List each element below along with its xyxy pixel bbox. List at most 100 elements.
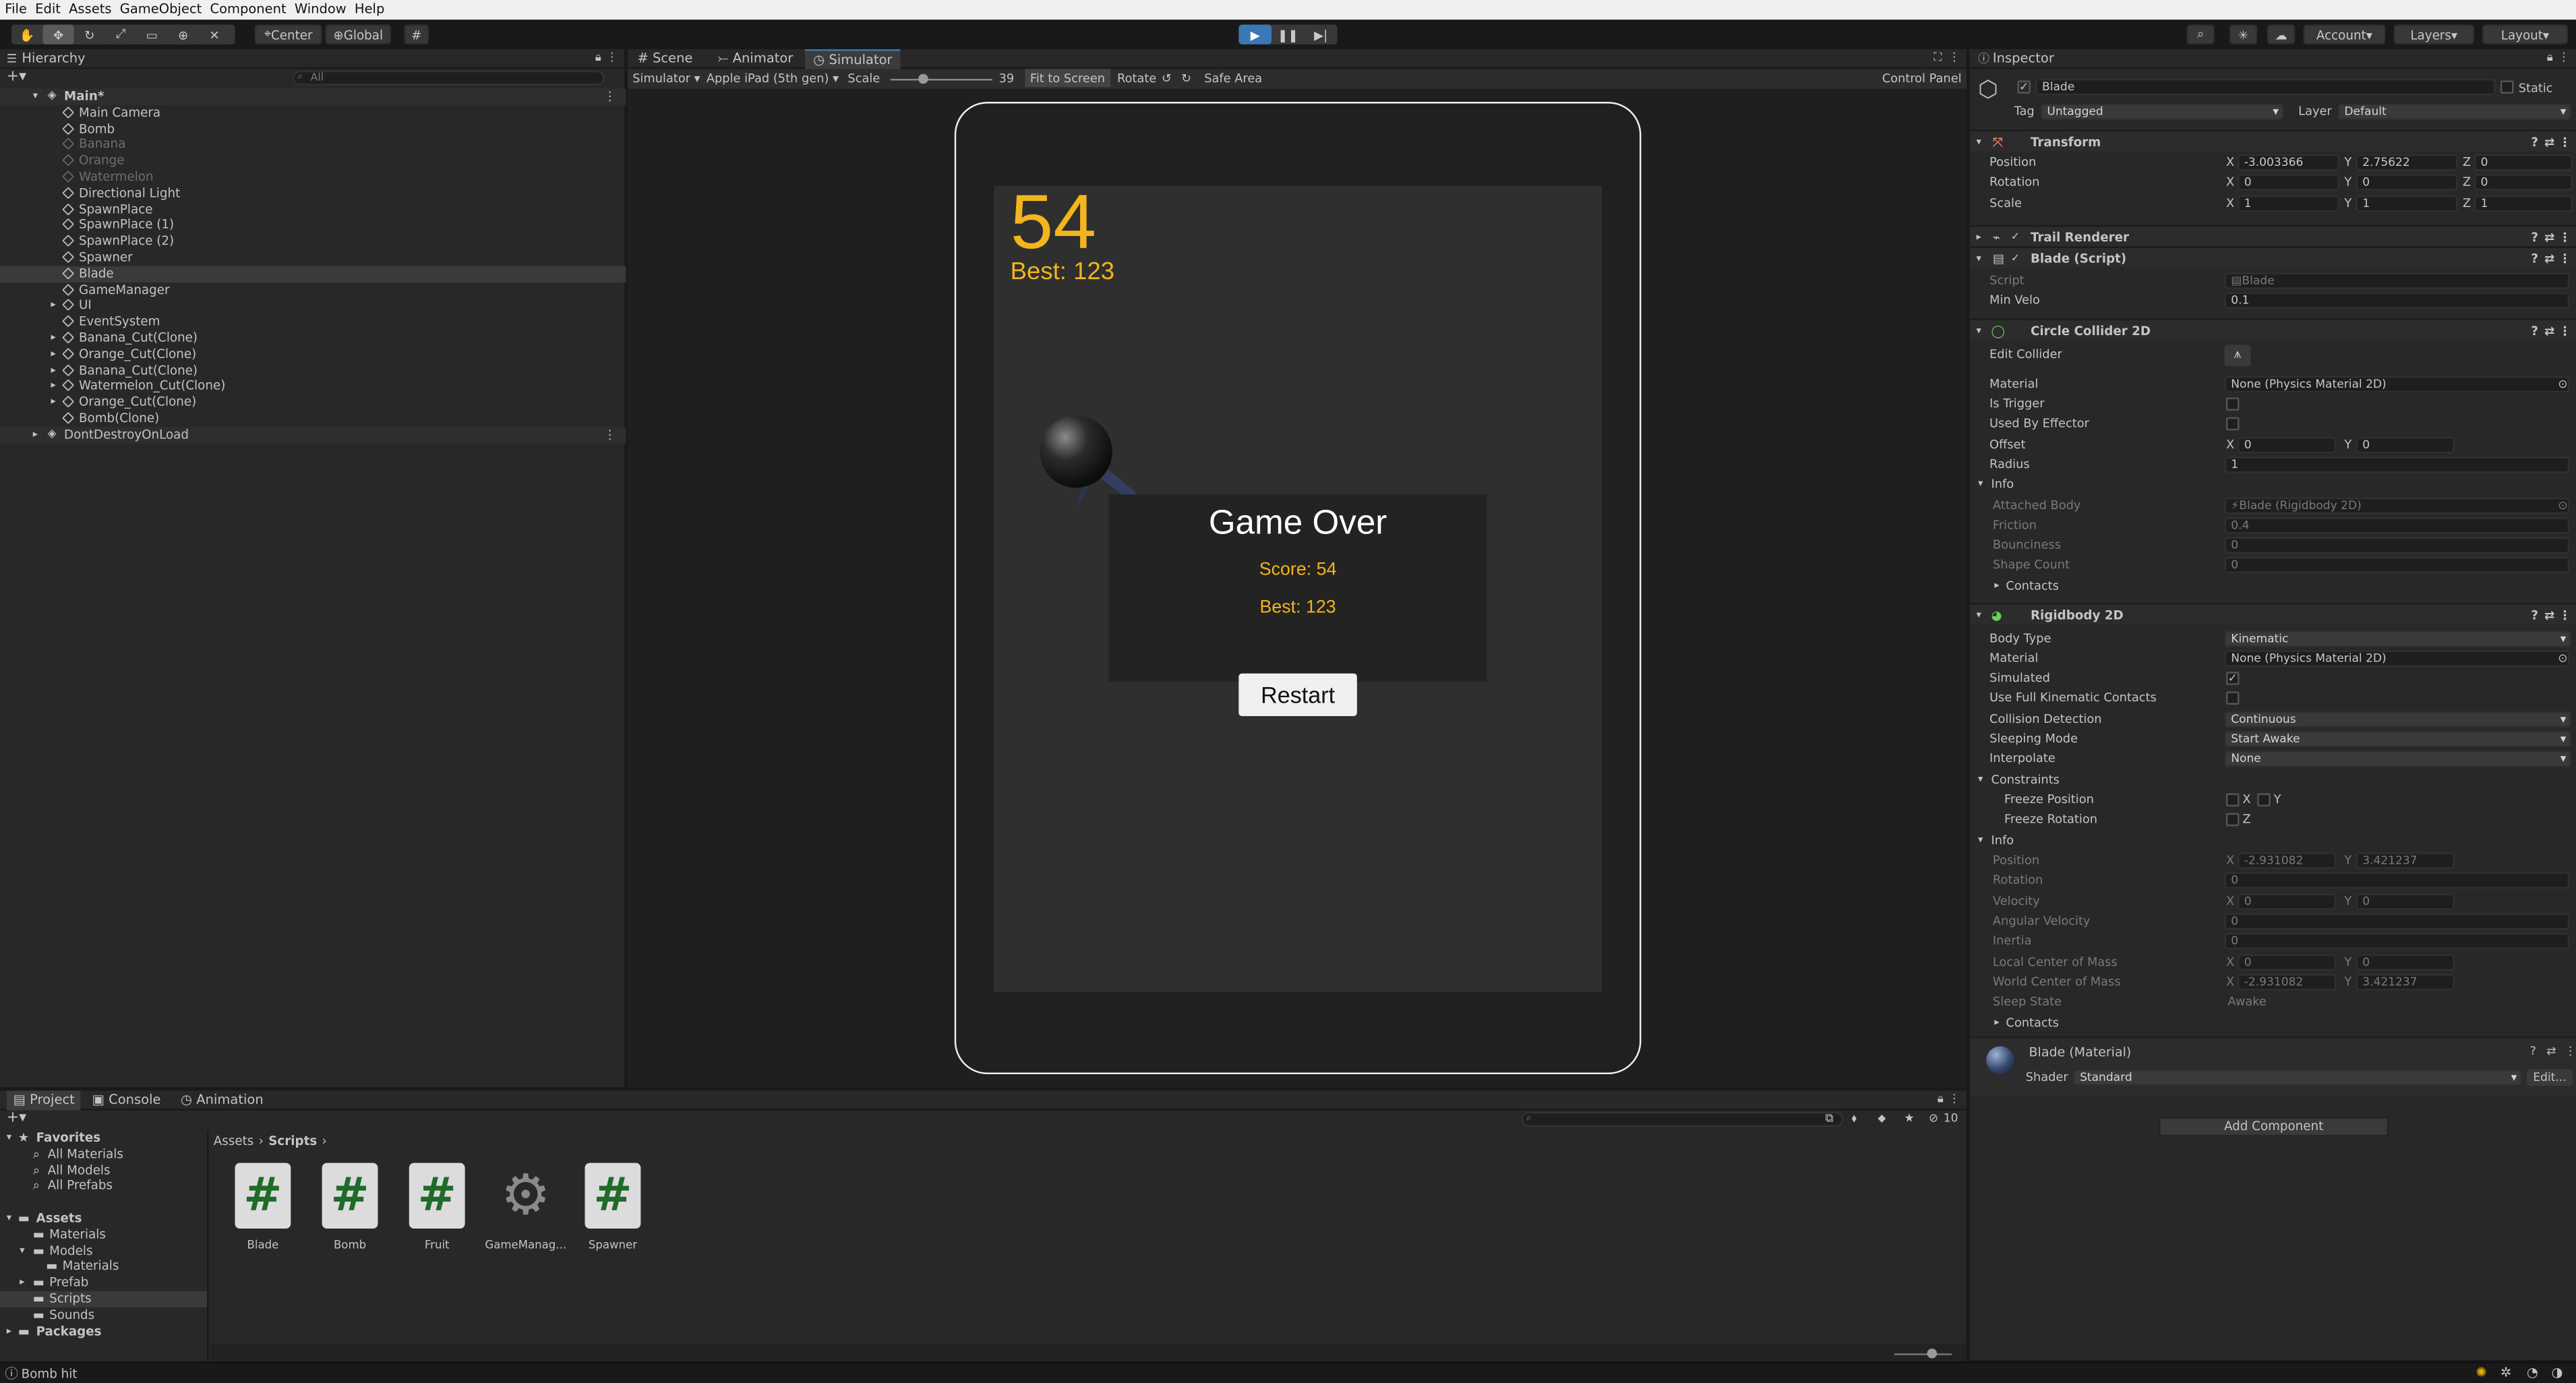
edit-collider-icon[interactable]: ⩚ — [2224, 345, 2251, 367]
rb-material-field[interactable]: None (Physics Material 2D) — [2224, 650, 2570, 667]
body-type-dropdown[interactable]: Kinematic — [2224, 630, 2571, 647]
lighting-status-icon[interactable]: ✺ — [2476, 1365, 2486, 1380]
add-icon[interactable]: +▾ — [7, 69, 26, 87]
layer-dropdown[interactable]: Default — [2337, 103, 2571, 120]
hierarchy-item[interactable]: Watermelon — [0, 169, 626, 185]
radius-field[interactable]: 1 — [2224, 457, 2570, 473]
menu-file[interactable]: File — [5, 0, 27, 20]
folder-models-materials[interactable]: ▬ Materials — [0, 1259, 207, 1275]
collapse-arrow-icon[interactable]: ▸ — [51, 362, 56, 378]
transform-tool-icon[interactable]: ⊕ — [167, 24, 199, 45]
menu-window[interactable]: Window — [295, 0, 347, 20]
collider-info-row[interactable]: ▾ Info — [1970, 475, 2576, 494]
hierarchy-item[interactable]: GameManager — [0, 282, 626, 298]
project-search-input[interactable] — [1521, 1112, 1844, 1127]
safe-area-toggle[interactable]: Safe Area — [1204, 69, 1262, 88]
rect-tool-icon[interactable]: ▭ — [136, 24, 168, 45]
maximize-icon[interactable]: ⛶ — [1934, 51, 1942, 66]
interpolate-dropdown[interactable]: None — [2224, 751, 2571, 767]
lock-icon[interactable]: 🔒︎ — [1938, 1092, 1944, 1107]
tab-animator[interactable]: ⤚ Animator — [718, 49, 793, 69]
rigidbody2d-header[interactable]: ▾ ◕ Rigidbody 2D ? ⇄ ⋮ — [1969, 602, 2576, 626]
step-button[interactable]: ▶| — [1304, 24, 1338, 45]
collapse-arrow-icon[interactable]: ▸ — [1994, 1013, 1999, 1033]
is-trigger-checkbox[interactable] — [2225, 397, 2240, 411]
collision-detection-dropdown[interactable]: Continuous — [2224, 711, 2571, 728]
tag-icon[interactable]: ⬥ — [1878, 1112, 1886, 1127]
expand-arrow-icon[interactable]: ▾ — [1978, 770, 1983, 790]
sleeping-mode-dropdown[interactable]: Start Awake — [2224, 730, 2571, 748]
collapse-arrow-icon[interactable]: ▸ — [51, 330, 56, 346]
hidden-packages-icon[interactable]: ⊘ — [1929, 1112, 1938, 1125]
favorites-row[interactable]: ▾ ★ Favorites — [0, 1130, 207, 1146]
help-icon[interactable]: ? — [2531, 320, 2538, 342]
hierarchy-search-input[interactable]: All — [292, 70, 605, 86]
component-menu-icon[interactable]: ⋮ — [2558, 604, 2571, 626]
rotation-z-field[interactable]: 0 — [2474, 174, 2573, 191]
freeze-pos-y-checkbox[interactable] — [2257, 793, 2271, 807]
blade-script-header[interactable]: ▾ ▤ ✓ Blade (Script) ? ⇄ ⋮ — [1969, 246, 2576, 270]
enabled-check-icon[interactable]: ✓ — [2011, 231, 2020, 243]
asset-item[interactable]: # Blade — [222, 1163, 304, 1252]
bug-icon[interactable]: ✲ — [2500, 1365, 2511, 1380]
offset-x-field[interactable]: 0 — [2238, 436, 2337, 454]
script-field[interactable]: ▤Blade — [2224, 272, 2570, 289]
help-icon[interactable]: ? — [2531, 248, 2538, 270]
transform-header[interactable]: ▾ ⤧ Transform ? ⇄ ⋮ — [1969, 129, 2576, 152]
help-icon[interactable]: ? — [2531, 604, 2538, 626]
trail-renderer-header[interactable]: ▸ ⌁ ✓ Trail Renderer ? ⇄ ⋮ — [1969, 225, 2576, 248]
min-velo-field[interactable]: 0.1 — [2224, 292, 2570, 309]
fav-all-prefabs[interactable]: ⌕ All Prefabs — [0, 1178, 207, 1194]
scale-slider[interactable] — [890, 78, 992, 81]
hierarchy-item[interactable]: Orange — [0, 153, 626, 169]
tab-scene[interactable]: # Scene — [638, 49, 693, 69]
custom-tool-icon[interactable]: ✕ — [198, 24, 231, 45]
dontdestroy-row[interactable]: ▸ ◈ DontDestroyOnLoad ⋮ — [0, 426, 626, 443]
scale-x-field[interactable]: 1 — [2238, 195, 2340, 212]
static-checkbox[interactable] — [2500, 80, 2514, 94]
tab-animation[interactable]: ◷ Animation — [181, 1090, 264, 1110]
used-by-effector-checkbox[interactable] — [2225, 417, 2240, 431]
collapse-arrow-icon[interactable]: ▸ — [7, 1323, 11, 1339]
menu-kebab-icon[interactable]: ⋮ — [2558, 51, 2569, 64]
lock-icon[interactable]: 🔒︎ — [2547, 51, 2553, 66]
scale-z-field[interactable]: 1 — [2474, 195, 2573, 212]
packages-row[interactable]: ▸ ▬ Packages — [0, 1323, 207, 1339]
collapse-arrow-icon[interactable]: ▸ — [20, 1275, 24, 1291]
row-menu-icon[interactable]: ⋮ — [604, 427, 616, 443]
rotate-right-icon[interactable]: ↻ — [1181, 69, 1191, 88]
cloud-icon[interactable]: ☁ — [2267, 24, 2296, 45]
simulator-mode-dropdown[interactable]: Simulator ▾ — [632, 69, 700, 88]
lighting-icon[interactable]: ✳ — [2229, 24, 2258, 45]
menu-help[interactable]: Help — [355, 0, 384, 20]
position-y-field[interactable]: 2.75622 — [2356, 154, 2458, 171]
hierarchy-item[interactable]: SpawnPlace — [0, 202, 626, 218]
rotation-y-field[interactable]: 0 — [2356, 174, 2458, 191]
help-icon[interactable]: ? — [2531, 227, 2538, 248]
pause-button[interactable]: ❚❚ — [1271, 24, 1305, 45]
asset-item[interactable]: ⚙ GameManag... — [485, 1163, 567, 1252]
scale-tool-icon[interactable]: ⤢ — [104, 24, 137, 45]
simulated-checkbox[interactable]: ✓ — [2225, 672, 2240, 685]
active-checkbox[interactable]: ✓ — [2017, 80, 2031, 94]
rotate-left-icon[interactable]: ↺ — [1162, 69, 1172, 88]
icon-size-slider-handle[interactable] — [1927, 1348, 1938, 1359]
menu-component[interactable]: Component — [210, 0, 286, 20]
preset-icon[interactable]: ⇄ — [2544, 320, 2554, 342]
search-icon[interactable]: ⌕ — [2186, 24, 2215, 45]
hierarchy-item[interactable]: Blade — [0, 266, 626, 282]
device-dropdown[interactable]: Apple iPad (5th gen) ▾ — [707, 69, 839, 88]
material-field[interactable]: None (Physics Material 2D) — [2224, 376, 2570, 393]
hierarchy-item[interactable]: EventSystem — [0, 314, 626, 330]
freeze-pos-x-checkbox[interactable] — [2225, 793, 2240, 807]
scene-row[interactable]: ▾ ◈ Main* ⋮ — [0, 88, 626, 105]
expand-arrow-icon[interactable]: ▾ — [1977, 320, 1981, 342]
folder-prefab[interactable]: ▸ ▬ Prefab — [0, 1275, 207, 1291]
hierarchy-item[interactable]: Bomb(Clone) — [0, 411, 626, 427]
preset-icon[interactable]: ⇄ — [2544, 248, 2554, 270]
hierarchy-item[interactable]: Main Camera — [0, 105, 626, 121]
hierarchy-item[interactable]: ▸ Banana_Cut(Clone) — [0, 330, 626, 346]
grid-snap-icon[interactable]: # — [404, 24, 429, 45]
folder-sounds[interactable]: ▬ Sounds — [0, 1307, 207, 1323]
breadcrumb-scripts[interactable]: Scripts — [268, 1134, 317, 1148]
